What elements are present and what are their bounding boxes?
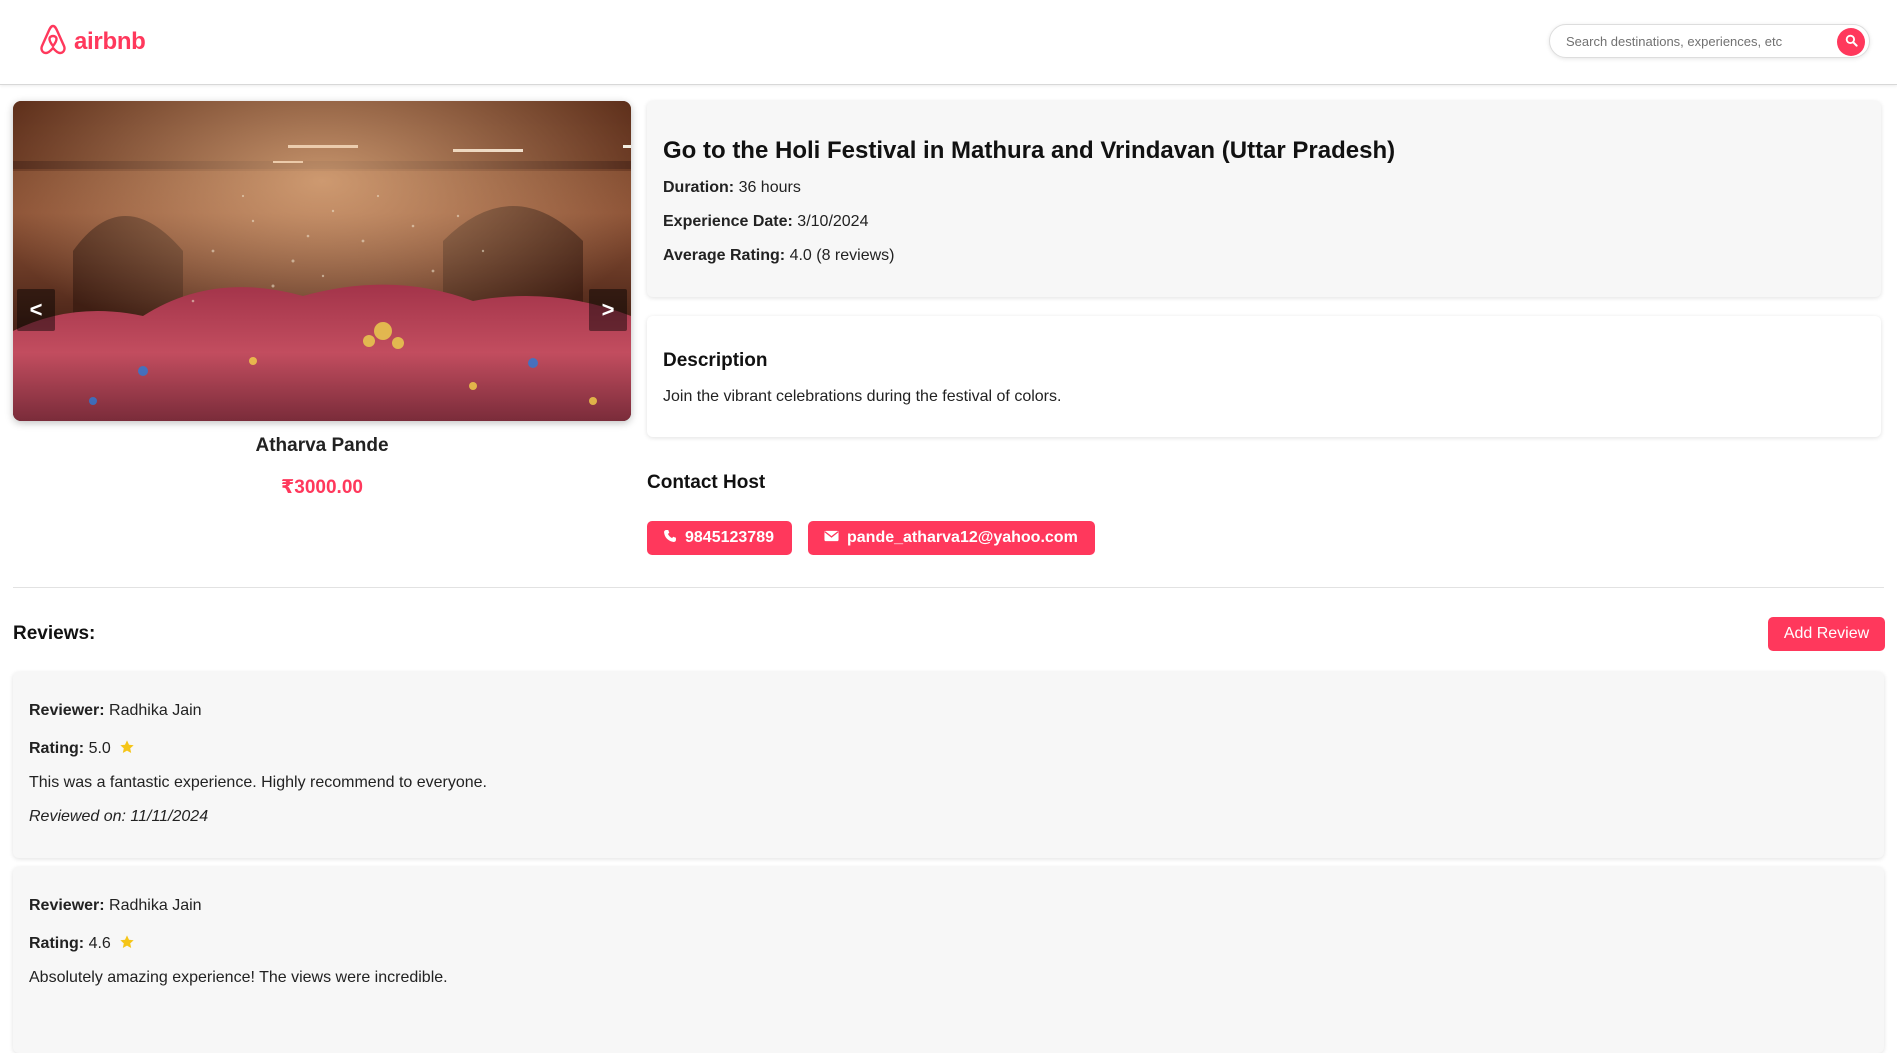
phone-number: 9845123789 (685, 529, 774, 546)
section-divider (13, 587, 1884, 588)
search-input[interactable] (1566, 27, 1824, 55)
review-rating-value: 4.6 (88, 935, 111, 952)
phone-button[interactable]: 9845123789 (647, 521, 792, 555)
reviewer-row: Reviewer: Radhika Jain (29, 702, 202, 720)
duration-label: Duration: (663, 179, 735, 196)
review-rating-row: Rating: 5.0 (29, 739, 135, 760)
experience-photo (13, 101, 631, 421)
average-rating-row: Average Rating: 4.0 (8 reviews) (663, 247, 894, 265)
experience-title: Go to the Holi Festival in Mathura and V… (663, 137, 1396, 164)
average-rating-label: Average Rating: (663, 247, 786, 264)
airbnb-logo[interactable]: airbnb (37, 24, 146, 60)
review-rating-value: 5.0 (88, 740, 111, 757)
review-date: Reviewed on: 11/11/2024 (29, 808, 209, 825)
review-rating-label: Rating: (29, 740, 85, 757)
duration-row: Duration: 36 hours (663, 179, 801, 197)
reviewer-label: Reviewer: (29, 702, 105, 719)
search-bar (1549, 24, 1870, 58)
description-heading: Description (663, 350, 768, 371)
review-card: Reviewer: Radhika Jain Rating: 4.6 Absol… (13, 867, 1884, 1053)
airbnb-logo-icon (37, 22, 69, 63)
experience-date-value: 3/10/2024 (797, 213, 869, 230)
star-icon (119, 934, 135, 955)
average-rating-value: 4.0 (8 reviews) (789, 247, 895, 264)
gallery-prev-button[interactable]: < (17, 289, 55, 331)
envelope-icon (824, 529, 839, 547)
add-review-button[interactable]: Add Review (1768, 617, 1885, 651)
logo-text: airbnb (74, 28, 146, 55)
reviews-heading: Reviews: (13, 623, 96, 644)
host-name: Atharva Pande (255, 435, 389, 456)
duration-value: 36 hours (738, 179, 801, 196)
review-comment: Absolutely amazing experience! The views… (29, 969, 448, 986)
description-text: Join the vibrant celebrations during the… (663, 388, 1062, 405)
contact-host-heading: Contact Host (647, 472, 766, 493)
experience-date-row: Experience Date: 3/10/2024 (663, 213, 868, 231)
reviewer-label: Reviewer: (29, 897, 105, 914)
review-card: Reviewer: Radhika Jain Rating: 5.0 This … (13, 672, 1884, 858)
email-address: pande_atharva12@yahoo.com (847, 529, 1078, 546)
gallery-next-button[interactable]: > (589, 289, 627, 331)
review-rating-label: Rating: (29, 935, 85, 952)
experience-price: ₹3000.00 (281, 477, 363, 498)
review-rating-row: Rating: 4.6 (29, 934, 135, 955)
search-button[interactable] (1837, 28, 1865, 56)
reviewer-name: Radhika Jain (109, 702, 202, 719)
reviewer-row: Reviewer: Radhika Jain (29, 897, 202, 915)
reviewer-name: Radhika Jain (109, 897, 202, 914)
experience-info-card: Go to the Holi Festival in Mathura and V… (647, 101, 1881, 297)
search-icon (1845, 34, 1858, 50)
email-button[interactable]: pande_atharva12@yahoo.com (808, 521, 1095, 555)
top-header: airbnb (0, 0, 1897, 85)
experience-date-label: Experience Date: (663, 213, 793, 230)
star-icon (119, 739, 135, 760)
review-comment: This was a fantastic experience. Highly … (29, 774, 487, 791)
phone-icon (663, 529, 677, 548)
description-card: Description Join the vibrant celebration… (647, 316, 1881, 437)
